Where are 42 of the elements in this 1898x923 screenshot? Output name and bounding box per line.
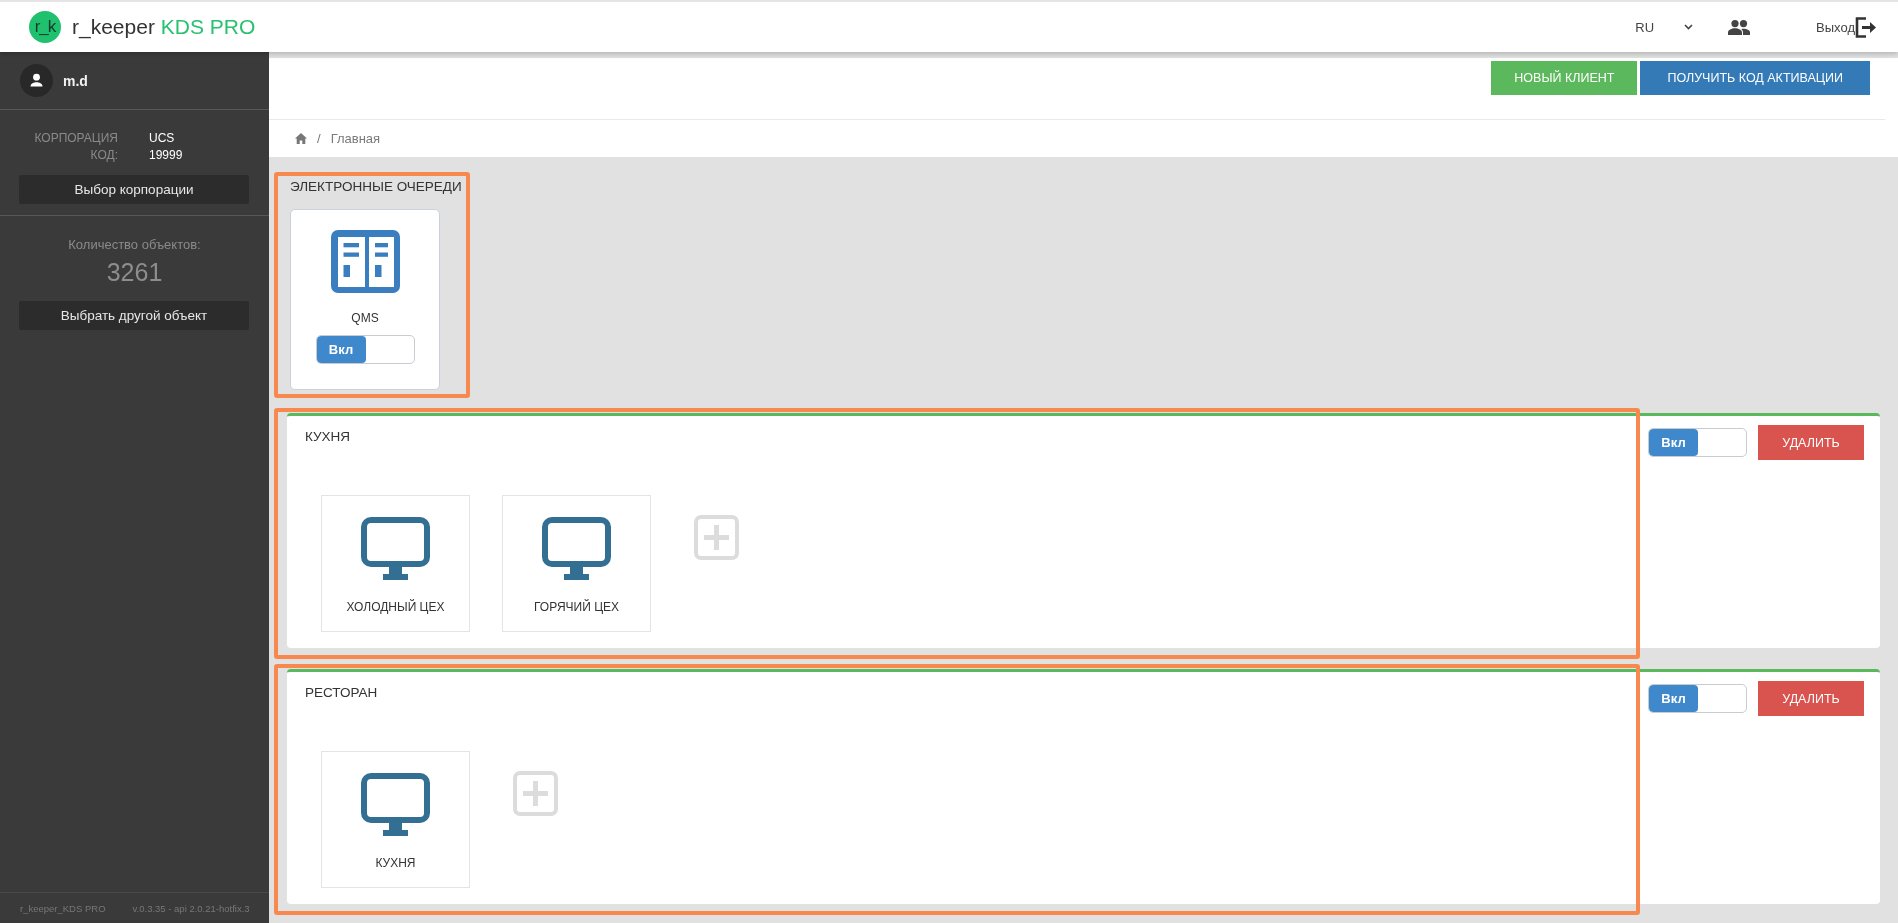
users-icon[interactable] [1728,19,1751,35]
monitor-icon [542,517,611,580]
chevron-down-icon [1684,24,1694,30]
section-title: КУХНЯ [305,428,352,446]
device-name: КУХНЯ [375,856,416,870]
app-name: r_keeper_KDS PRO [20,902,106,914]
delete-button[interactable]: УДАЛИТЬ [1758,425,1864,460]
info-label: КОД: [89,147,118,164]
monitor-icon [361,517,430,580]
avatar-icon [20,64,53,97]
breadcrumb-separator: / [317,131,321,146]
objects-count: 3261 [105,257,164,287]
objects-count-label: Количество объектов: [67,236,202,253]
device-name: ХОЛОДНЫЙ ЦЕХ [346,600,445,614]
toggle-switch[interactable]: Вкл [315,335,415,364]
toggle-switch[interactable]: Вкл [1648,428,1747,457]
logout-button[interactable]: Выход [1816,16,1876,38]
section-title: ЭЛЕКТРОННЫЕ ОЧЕРЕДИ [290,178,462,196]
object-button[interactable]: Выбрать другой объект [19,301,249,330]
device-tile[interactable]: КУХНЯ [321,751,470,888]
breadcrumb-item[interactable]: Главная [330,131,381,146]
module-name: QMS [351,311,379,325]
info-value: UCS [149,130,175,147]
device-tile[interactable]: ХОЛОДНЫЙ ЦЕХ [321,495,470,632]
logo-mark: r_k [29,11,61,43]
device-name: ГОРЯЧИЙ ЦЕХ [534,600,619,614]
info-value: 19999 [149,147,183,164]
module-card[interactable]: QMS Вкл [290,209,440,390]
section-title: РЕСТОРАН [305,684,379,702]
language-select[interactable]: RU [1635,19,1694,35]
monitor-icon [361,773,430,836]
user-name: m.d [63,72,88,89]
app-title: r_keeper KDS PRO [72,15,256,39]
delete-button[interactable]: УДАЛИТЬ [1758,681,1864,716]
home-icon[interactable] [295,133,307,144]
activation-code-button[interactable]: ПОЛУЧИТЬ КОД АКТИВАЦИИ [1640,61,1870,95]
toggle-switch[interactable]: Вкл [1648,684,1747,713]
info-label: КОРПОРАЦИЯ [33,130,118,147]
logout-icon [1855,16,1876,38]
device-tile[interactable]: ГОРЯЧИЙ ЦЕХ [502,495,651,632]
corporation-button[interactable]: Выбор корпорации [19,175,249,204]
split-panel-icon [330,230,400,293]
